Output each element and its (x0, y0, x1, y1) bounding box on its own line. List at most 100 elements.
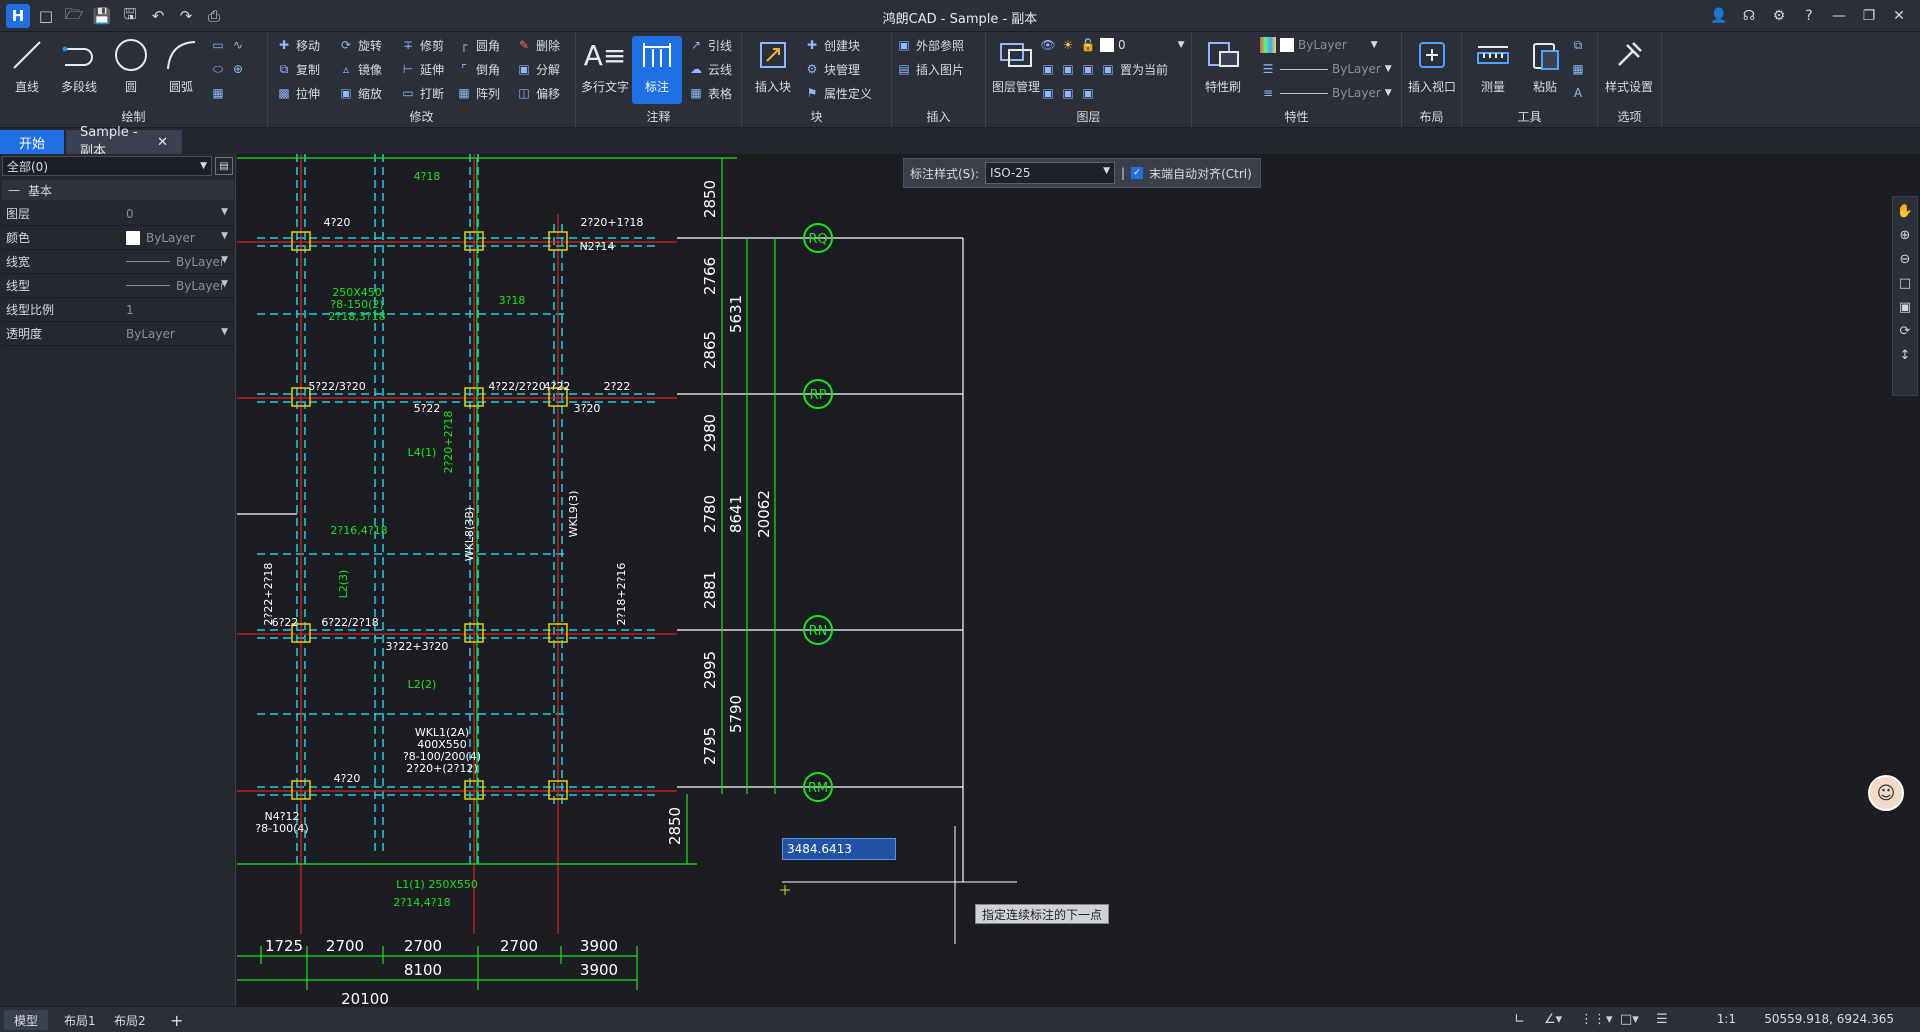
tools-extra-2[interactable]: ▦ (1570, 58, 1586, 80)
prop-value-ltscale[interactable]: 1 (122, 299, 234, 321)
quick-select-icon[interactable]: ▤ (215, 157, 233, 175)
dimstyle-dropdown[interactable]: ISO-25 ▼ (985, 162, 1116, 184)
help-icon[interactable]: ? (1796, 3, 1822, 29)
cad-drawing[interactable]: RQ RP RN RM 2850 2766 2865 2980 2780 2881 2995 2795… (237, 154, 1920, 1006)
tab-start[interactable]: 开始 (0, 130, 64, 154)
close-tab-icon[interactable]: ✕ (157, 135, 168, 150)
rotate-tool[interactable]: ⟳ 旋转 (338, 34, 382, 56)
section-basic[interactable]: — 基本 (2, 180, 234, 200)
create-block-tool[interactable]: ✚ 创建块 (804, 34, 860, 56)
insert-block-tool[interactable]: 插入块 (746, 36, 800, 104)
lineweight-toggle-icon[interactable]: ☰ (1656, 1012, 1668, 1027)
add-layout-icon[interactable]: + (160, 1010, 193, 1030)
polyline-tool[interactable]: 多段线 (52, 36, 106, 104)
color-property[interactable]: ByLayer ▼ (1260, 34, 1378, 56)
trim-tool[interactable]: ∓ 修剪 (400, 34, 444, 56)
orbit-icon[interactable]: ⟳ (1900, 321, 1911, 341)
attdef-tool[interactable]: ⚑ 属性定义 (804, 82, 872, 104)
array-tool[interactable]: ▦ 阵列 (456, 82, 500, 104)
tab-model[interactable]: 模型 (4, 1010, 49, 1030)
auto-align-checkbox[interactable]: ✓ (1131, 167, 1144, 179)
circle-tool[interactable]: 圆 (104, 36, 158, 104)
layer-extra-tools[interactable]: ▣ ▣ ▣ (1040, 82, 1096, 104)
fit-height-icon[interactable]: ↕ (1900, 345, 1911, 365)
stretch-tool[interactable]: ▩ 拉伸 (276, 82, 320, 104)
erase-tool[interactable]: ✎ 删除 (516, 34, 560, 56)
dynamic-input-field[interactable]: 3484.6413 (782, 838, 896, 860)
move-tool[interactable]: ✚ 移动 (276, 34, 320, 56)
layer-state-row[interactable]: 👁 ☀ 🔓 0 ▼ (1040, 34, 1185, 56)
open-file-icon[interactable]: 🗁 (62, 4, 86, 28)
layer-dropdown-icon[interactable]: ▼ (1178, 40, 1185, 50)
measure-tool[interactable]: 测量 (1466, 36, 1520, 104)
assistant-avatar[interactable]: ☺ (1868, 775, 1904, 811)
line-tool[interactable]: 直线 (0, 36, 54, 104)
zoom-out-icon[interactable]: ⊖ (1900, 249, 1911, 269)
copy-tool[interactable]: ⧉ 复制 (276, 58, 320, 80)
insert-viewport-tool[interactable]: 插入视口 (1405, 36, 1459, 104)
chamfer-tool[interactable]: ⌜ 倒角 (456, 58, 500, 80)
linetype-property[interactable]: ≡ ByLayer ▼ (1260, 82, 1392, 104)
lineweight-property[interactable]: ☰ ByLayer ▼ (1260, 58, 1392, 80)
close-button[interactable]: ✕ (1886, 3, 1912, 29)
undo-icon[interactable]: ↶ (146, 4, 170, 28)
extend-tool[interactable]: ⊢ 延伸 (400, 58, 444, 80)
prop-value-transparency[interactable]: ByLayer ▼ (122, 323, 234, 345)
insert-image-tool[interactable]: ▤ 插入图片 (896, 58, 964, 80)
explode-tool[interactable]: ▣ 分解 (516, 58, 560, 80)
mtext-tool[interactable]: A≡ 多行文字 (578, 36, 632, 104)
user-icon[interactable]: 👤 (1706, 3, 1732, 29)
zoom-extents-icon[interactable]: ▣ (1899, 297, 1911, 317)
osnap-icon[interactable]: □▾ (1620, 1012, 1639, 1027)
break-tool[interactable]: ▭ 打断 (400, 82, 444, 104)
set-current-tool[interactable]: ▣ ▣ ▣ ▣ 置为当前 (1040, 58, 1168, 80)
restore-button[interactable]: ❐ (1856, 3, 1882, 29)
save-icon[interactable]: 💾 (90, 4, 114, 28)
prop-value-color[interactable]: ByLayer ▼ (122, 227, 234, 249)
tab-layout1[interactable]: 布局1 (54, 1010, 106, 1030)
style-settings-tool[interactable]: 样式设置 (1602, 36, 1656, 104)
minimize-button[interactable]: — (1826, 3, 1852, 29)
settings-gear-icon[interactable]: ⚙ (1766, 3, 1792, 29)
revcloud-tool[interactable]: ☁ 云线 (688, 58, 732, 80)
tab-layout2[interactable]: 布局2 (104, 1010, 156, 1030)
redo-icon[interactable]: ↷ (174, 4, 198, 28)
rectangle-tool[interactable]: ▭ ∿ (210, 34, 246, 56)
save-as-icon[interactable]: 🖫 (118, 4, 142, 28)
ortho-icon[interactable]: ∟ (1514, 1012, 1525, 1027)
scale-tool[interactable]: ▣ 缩放 (338, 82, 382, 104)
grid-snap-icon[interactable]: ⋮⋮▾ (1580, 1012, 1613, 1027)
paste-tool[interactable]: 粘贴 (1518, 36, 1572, 104)
leader-tool[interactable]: ↗ 引线 (688, 34, 732, 56)
prop-value-lineweight[interactable]: ByLayer ▼ (122, 251, 234, 273)
mirror-tool[interactable]: ▵ 镜像 (338, 58, 382, 80)
insert-image-label: 插入图片 (916, 62, 965, 77)
block-manager-tool[interactable]: ⚙ 块管理 (804, 58, 860, 80)
new-file-icon[interactable]: □ (34, 4, 58, 28)
app-logo-icon[interactable]: H (6, 4, 30, 28)
tools-extra-3[interactable]: A (1570, 82, 1586, 104)
layer-manager-tool[interactable]: 图层管理 (988, 36, 1044, 104)
match-properties-tool[interactable]: 特性刷 (1196, 36, 1250, 104)
polar-icon[interactable]: ∠▾ (1544, 1012, 1562, 1027)
fillet-tool[interactable]: ┌ 圆角 (456, 34, 500, 56)
xref-tool[interactable]: ▣ 外部参照 (896, 34, 964, 56)
pan-hand-icon[interactable]: ✋ (1897, 201, 1913, 221)
offset-tool[interactable]: ◫ 偏移 (516, 82, 560, 104)
arc-tool[interactable]: 圆弧 (154, 36, 208, 104)
tab-document[interactable]: Sample - 副本 ✕ (66, 125, 182, 159)
ellipse-tool[interactable]: ⬭ ⊕ (210, 58, 246, 80)
headset-icon[interactable]: ☊ (1736, 3, 1762, 29)
annotation-scale[interactable]: 1:1 (1717, 1012, 1736, 1026)
dimension-tool[interactable]: 标注 (632, 36, 682, 104)
print-icon[interactable]: ⎙ (202, 4, 226, 28)
table-tool[interactable]: ▦ 表格 (688, 82, 732, 104)
zoom-in-icon[interactable]: ⊕ (1900, 225, 1911, 245)
selection-filter-dropdown[interactable]: 全部(0) ▼ (2, 156, 212, 176)
zoom-window-icon[interactable]: □ (1899, 273, 1911, 293)
tools-extra-1[interactable]: ⧉ (1570, 34, 1586, 56)
hatch-tool[interactable]: ▦ (210, 82, 226, 104)
drawing-canvas[interactable]: RQ RP RN RM 2850 2766 2865 2980 2780 2881 2995 2795… (237, 154, 1920, 1006)
prop-value-layer[interactable]: 0 ▼ (122, 203, 234, 225)
prop-value-linetype[interactable]: ByLayer ▼ (122, 275, 234, 297)
